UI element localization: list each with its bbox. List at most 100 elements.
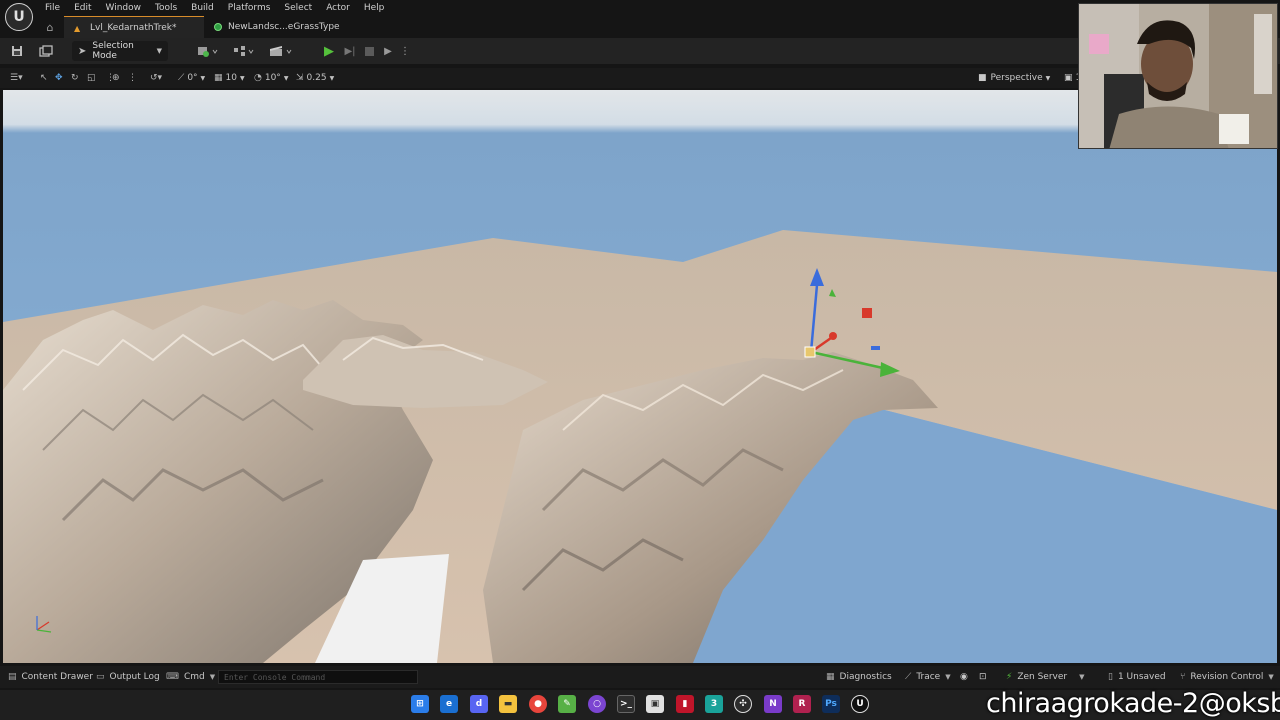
stop-icon [364, 46, 374, 56]
angle-icon: ⟋ [178, 73, 185, 83]
axis-indicator [29, 608, 59, 638]
menu-file[interactable]: File [38, 3, 67, 13]
menu-window[interactable]: Window [99, 3, 149, 13]
hamburger-icon: ☰▾ [10, 73, 23, 83]
cinematics-button[interactable] [266, 41, 296, 61]
blueprint-button[interactable] [230, 41, 258, 61]
step-button[interactable]: ▶| [342, 41, 358, 61]
more-icon: ⋮ [400, 45, 410, 57]
translate-tool-button[interactable]: ✥ [55, 70, 63, 86]
menu-help[interactable]: Help [357, 3, 392, 13]
menu-build[interactable]: Build [184, 3, 221, 13]
payment-watermark: chiraagrokade-2@oksbi [986, 688, 1280, 719]
angle-snap-icon: ◔ [254, 73, 262, 83]
unreal-icon[interactable]: U [851, 695, 869, 713]
tab-grass-type[interactable]: NewLandsc...eGrassType [204, 16, 350, 38]
grid-snap-value: 10 [225, 73, 237, 83]
menu-tools[interactable]: Tools [148, 3, 184, 13]
rider-icon[interactable]: R [793, 695, 811, 713]
bottom-status-bar: ▤ Content Drawer ▭ Output Log ⌨ Cmd ▼ ▦ Diagn… [0, 666, 1280, 688]
chatgpt-icon[interactable]: ✣ [734, 695, 752, 713]
content-drawer-button[interactable]: ▤ Content Drawer [8, 669, 93, 685]
app3-icon[interactable]: 3 [705, 695, 723, 713]
eject-button[interactable]: ▶ [380, 41, 396, 61]
revision-control-dropdown[interactable]: ⑂ Revision Control ▼ [1180, 669, 1274, 685]
terminal-icon[interactable]: >_ [617, 695, 635, 713]
more-options-button[interactable]: ⋮ [400, 41, 410, 61]
axis-gizmo-icon [36, 616, 52, 633]
unsaved-button[interactable]: ▯ 1 Unsaved [1108, 669, 1166, 685]
github-icon[interactable]: ○ [588, 695, 606, 713]
add-actor-button[interactable] [194, 41, 222, 61]
unreal-editor-window: File Edit Window Tools Build Platforms S… [0, 0, 1280, 720]
play-icon: ▶ [324, 43, 334, 59]
home-icon[interactable]: ⌂ [36, 16, 64, 38]
screenshot-button[interactable]: ⊡ [979, 669, 987, 685]
trace-dropdown[interactable]: ⟋ Trace ▼ [905, 669, 951, 685]
rotation-snap-value: 0° [187, 73, 198, 83]
chevron-down-icon: ▼ [1079, 673, 1085, 681]
cmd-dropdown[interactable]: ⌨ Cmd ▼ [166, 669, 215, 685]
scale-tool-button[interactable]: ◱ [87, 70, 96, 86]
fov-icon: ▣ [1064, 73, 1073, 83]
photoshop-icon[interactable]: Ps [822, 695, 840, 713]
cmd-label: Cmd [184, 672, 205, 682]
save-button[interactable] [8, 41, 26, 61]
file-explorer-icon[interactable]: ▬ [499, 695, 517, 713]
console-command-input[interactable] [218, 670, 418, 684]
level-icon: ▲ [74, 23, 81, 33]
zen-server-dropdown[interactable]: ⚡ Zen Server ▼ [1006, 669, 1085, 685]
grid-icon: ▦ [214, 73, 223, 83]
discord-icon[interactable]: d [470, 695, 488, 713]
chevron-down-icon: ▼ [209, 673, 216, 681]
selection-mode-label: Selection Mode [92, 41, 134, 61]
view-mode-dropdown[interactable]: ■ Perspective ▼ [972, 70, 1056, 86]
chevron-down-icon: ▼ [239, 74, 245, 82]
chevron-down-icon: ▼ [283, 74, 289, 82]
diagnostics-icon: ▦ [826, 672, 835, 682]
globe-icon: ⊕ [112, 73, 120, 83]
select-tool-button[interactable]: ↖ [40, 70, 48, 86]
cinematics-icon [270, 46, 292, 56]
level-viewport[interactable] [3, 90, 1277, 663]
angle-snap-button[interactable]: ◔ 10° ▼ [254, 70, 288, 86]
world-space-button[interactable]: ⊕ [112, 70, 120, 86]
webcam-overlay [1078, 3, 1278, 149]
view-mode-label: Perspective [990, 73, 1043, 83]
grid-snap-button[interactable]: ▦ 10 ▼ [214, 70, 245, 86]
chevron-down-icon: ▼ [200, 74, 206, 82]
more-icon: ⋮ [128, 73, 137, 83]
content-browser-button[interactable] [36, 41, 56, 61]
output-log-button[interactable]: ▭ Output Log [96, 669, 160, 685]
rotation-snap-button[interactable]: ⟋ 0° ▼ [178, 70, 205, 86]
cursor-icon: ↖ [40, 73, 48, 83]
app-icon[interactable]: ▮ [676, 695, 694, 713]
menu-select[interactable]: Select [277, 3, 319, 13]
photos-icon[interactable]: ▣ [646, 695, 664, 713]
more-tools-2-button[interactable]: ⋮ [128, 70, 137, 86]
scale-snap-button[interactable]: ⇲ 0.25 ▼ [296, 70, 334, 86]
windows-start-icon[interactable]: ⊞ [411, 695, 429, 713]
content-drawer-label: Content Drawer [21, 672, 93, 682]
record-button[interactable]: ◉ [960, 669, 968, 685]
notepad-icon[interactable]: ✎ [558, 695, 576, 713]
edge-icon[interactable]: e [440, 695, 458, 713]
viewport-options-button[interactable]: ☰▾ [10, 70, 23, 86]
surface-snap-button[interactable]: ↺▾ [150, 70, 162, 86]
trace-icon: ⟋ [905, 672, 912, 682]
tab-level[interactable]: ▲ Lvl_KedarnathTrek* [64, 16, 204, 38]
selection-mode-dropdown[interactable]: ➤ Selection Mode ▼ [72, 41, 168, 61]
log-icon: ▭ [96, 672, 105, 682]
tab-grass-type-label: NewLandsc...eGrassType [228, 22, 340, 32]
unreal-logo-icon[interactable]: U [5, 3, 33, 31]
visual-studio-icon[interactable]: N [764, 695, 782, 713]
chrome-icon[interactable]: ● [529, 695, 547, 713]
blueprint-icon [234, 46, 254, 56]
menu-platforms[interactable]: Platforms [221, 3, 278, 13]
rotate-tool-button[interactable]: ↻ [71, 70, 79, 86]
play-button[interactable]: ▶ [320, 41, 338, 61]
stop-button[interactable] [362, 41, 376, 61]
menu-edit[interactable]: Edit [67, 3, 98, 13]
menu-actor[interactable]: Actor [319, 3, 357, 13]
diagnostics-button[interactable]: ▦ Diagnostics [826, 669, 892, 685]
